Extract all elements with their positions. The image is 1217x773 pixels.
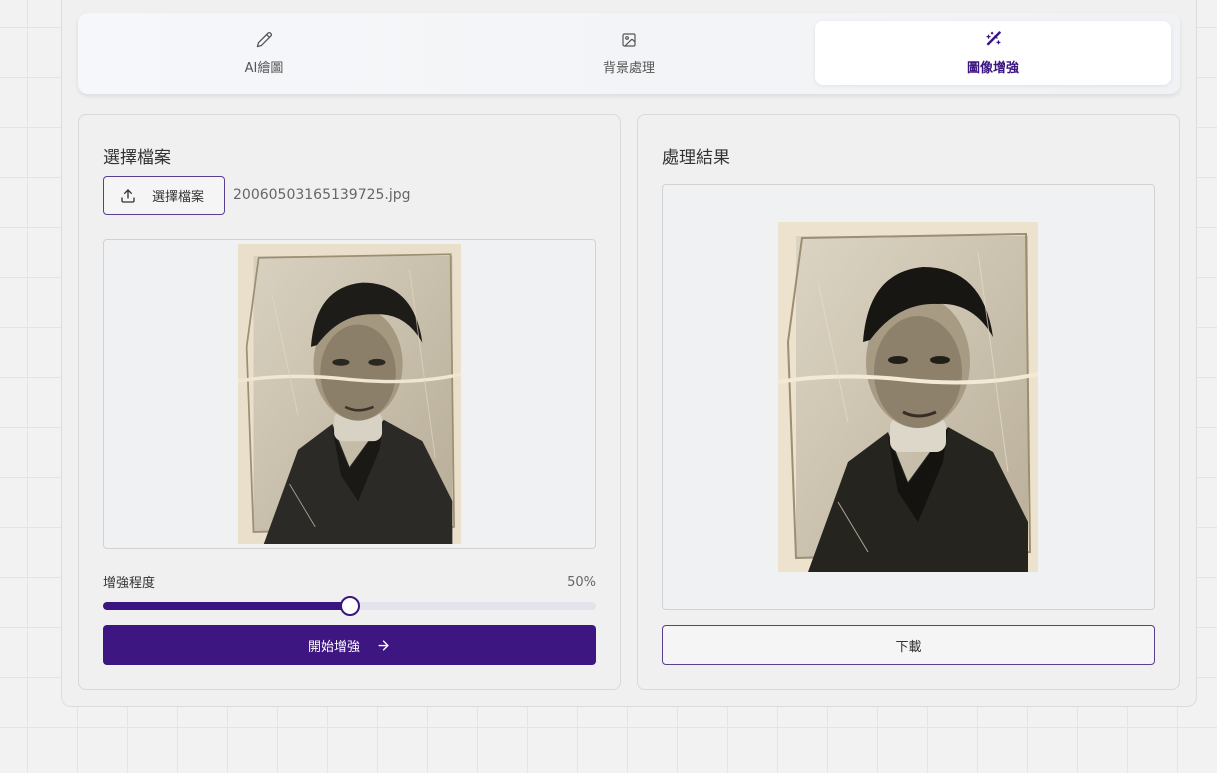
input-image-preview xyxy=(103,239,596,549)
start-enhance-label: 開始增強 xyxy=(307,639,360,655)
upload-icon xyxy=(120,188,136,204)
image-icon xyxy=(621,31,637,49)
start-enhance-button[interactable]: 開始增強 xyxy=(103,625,596,665)
result-image-preview xyxy=(662,184,1155,610)
slider-fill xyxy=(103,602,350,610)
tab-label: 背景處理 xyxy=(602,60,655,76)
mode-tabbar: AI繪圖 背景處理 圖像增強 xyxy=(78,13,1180,94)
tab-label: 圖像增強 xyxy=(966,60,1019,76)
panel-title: 選擇檔案 xyxy=(103,148,171,168)
tab-label: AI繪圖 xyxy=(244,60,284,76)
result-panel: 處理結果 下載 xyxy=(637,114,1180,690)
tab-background[interactable]: 背景處理 xyxy=(451,21,807,85)
input-panel: 選擇檔案 選擇檔案 20060503165139725.jpg 增強程度 50%… xyxy=(78,114,621,690)
slider-thumb[interactable] xyxy=(339,596,360,616)
enhance-level-value: 50% xyxy=(567,575,596,590)
choose-file-label: 選擇檔案 xyxy=(152,190,205,205)
pencil-icon xyxy=(256,31,273,49)
selected-file-name: 20060503165139725.jpg xyxy=(233,187,411,203)
enhance-level-slider[interactable] xyxy=(103,596,596,616)
enhance-level-label: 增強程度 xyxy=(103,576,156,591)
magic-wand-icon xyxy=(985,31,1002,49)
panel-title: 處理結果 xyxy=(662,148,730,168)
input-photo xyxy=(237,244,462,544)
arrow-right-icon xyxy=(376,638,391,653)
result-photo xyxy=(778,222,1038,572)
choose-file-button[interactable]: 選擇檔案 xyxy=(103,176,225,215)
tab-ai-drawing[interactable]: AI繪圖 xyxy=(86,21,442,85)
tab-image-enhance[interactable]: 圖像增強 xyxy=(815,21,1171,85)
download-button[interactable]: 下載 xyxy=(662,625,1155,665)
